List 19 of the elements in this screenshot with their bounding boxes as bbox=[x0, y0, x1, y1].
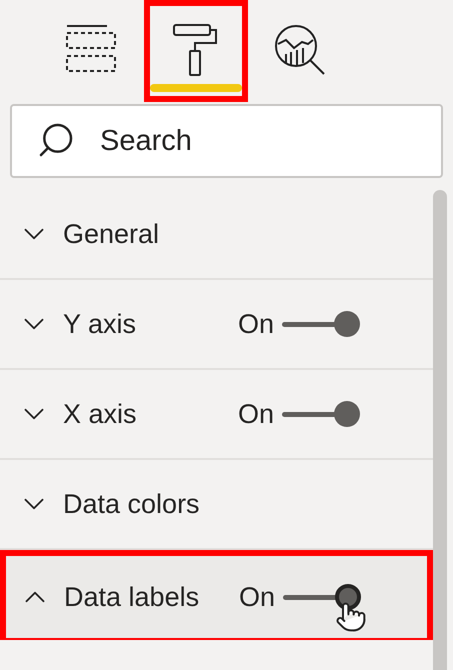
toggle-label: On bbox=[239, 580, 276, 614]
section-header[interactable]: X axis On bbox=[0, 370, 433, 460]
paint-roller-icon bbox=[173, 24, 219, 76]
section-title: X axis bbox=[63, 398, 138, 431]
toggle-switch[interactable] bbox=[282, 311, 360, 337]
toggle-label: On bbox=[238, 308, 274, 341]
section-title: Data colors bbox=[63, 488, 201, 521]
toggle-label: On bbox=[238, 398, 274, 431]
section-title: Data labels bbox=[64, 580, 200, 614]
section-title: Y axis bbox=[63, 308, 138, 341]
tab[interactable] bbox=[144, 0, 248, 102]
analytics-icon bbox=[274, 24, 326, 76]
section-header[interactable]: Data labels On bbox=[0, 550, 433, 640]
section-title: General bbox=[63, 218, 160, 251]
section-header[interactable]: Y axis On bbox=[0, 280, 433, 370]
fields-icon bbox=[66, 24, 118, 74]
toggle-switch[interactable] bbox=[282, 401, 360, 427]
scrollbar[interactable] bbox=[433, 190, 447, 670]
search-field[interactable]: Search bbox=[10, 104, 443, 178]
